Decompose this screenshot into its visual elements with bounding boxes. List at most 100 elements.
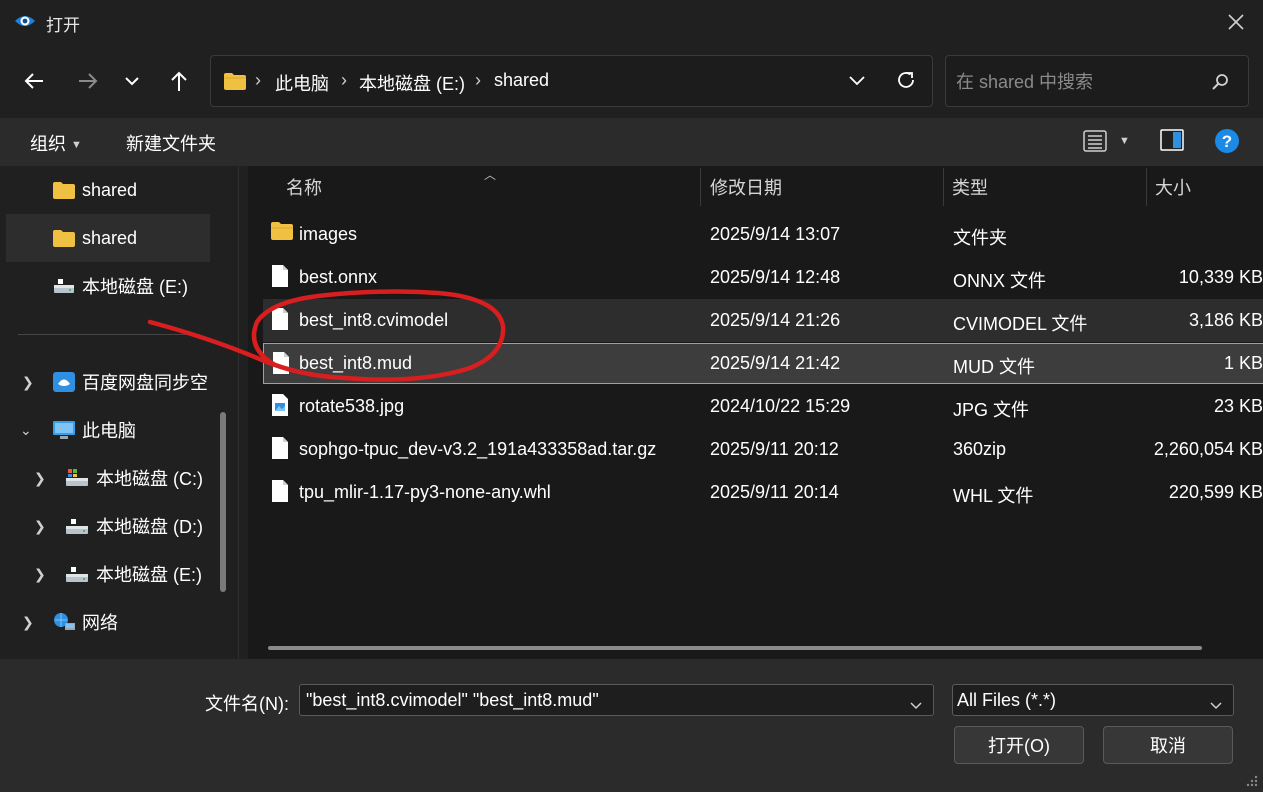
file-type: MUD 文件: [953, 357, 1035, 377]
breadcrumb-drive-e[interactable]: 本地磁盘 (E:): [359, 70, 465, 96]
breadcrumb-shared[interactable]: shared: [494, 70, 549, 91]
file-type: 360zip: [953, 439, 1007, 459]
sidebar-item-network[interactable]: ❯ 网络: [6, 598, 210, 646]
sidebar-item-label: 本地磁盘 (D:): [96, 517, 203, 537]
folder-icon: [52, 229, 76, 248]
sidebar-scrollbar[interactable]: [220, 412, 226, 592]
file-row-best-int8-cvimodel[interactable]: best_int8.cvimodel 2025/9/14 21:26 CVIMO…: [263, 299, 1263, 342]
navigation-bar: › 此电脑 › 本地磁盘 (E:) › shared: [0, 44, 1263, 118]
resize-grip-icon[interactable]: [1244, 773, 1260, 792]
sidebar-item-label: 本地磁盘 (E:): [82, 277, 188, 297]
breadcrumb-separator: ›: [341, 70, 347, 90]
drive-icon: [64, 468, 90, 488]
column-header-date[interactable]: 修改日期: [710, 166, 940, 208]
file-row-images[interactable]: images 2025/9/14 13:07 文件夹: [263, 213, 1263, 256]
column-divider[interactable]: [700, 168, 701, 206]
help-icon[interactable]: ?: [1214, 128, 1240, 159]
sidebar-item-label: shared: [82, 179, 138, 200]
filetype-value: All Files (*.*): [957, 690, 1057, 710]
chevron-down-icon[interactable]: [909, 695, 923, 716]
horizontal-scrollbar[interactable]: [268, 646, 1202, 650]
open-button[interactable]: 打开(O): [954, 726, 1084, 764]
file-date: 2025/9/11 20:14: [710, 482, 839, 502]
file-size: 2,260,054 KB: [1153, 439, 1263, 459]
folder-icon: [223, 72, 247, 96]
search-icon[interactable]: [1210, 72, 1230, 97]
breadcrumb-this-pc[interactable]: 此电脑: [275, 70, 329, 96]
sidebar-item-label: 此电脑: [82, 421, 136, 441]
file-list: ︿ 名称 修改日期 类型 大小 images 2025/9/14 13:07 文…: [248, 166, 1263, 659]
file-row-best-onnx[interactable]: best.onnx 2025/9/14 12:48 ONNX 文件 10,339…: [263, 256, 1263, 299]
filetype-select[interactable]: All Files (*.*): [952, 684, 1234, 716]
filename-input[interactable]: "best_int8.cvimodel" "best_int8.mud": [306, 690, 599, 711]
chevron-down-icon[interactable]: [114, 66, 150, 96]
file-size: 1 KB: [1223, 353, 1263, 373]
search-box[interactable]: [945, 55, 1249, 107]
file-row-best-int8-mud[interactable]: best_int8.mud 2025/9/14 21:42 MUD 文件 1 K…: [263, 343, 1263, 384]
sidebar-item-label: 网络: [82, 613, 118, 633]
view-options-caret-icon[interactable]: ▼: [1119, 135, 1130, 147]
sidebar-item-drive-e-tree[interactable]: ❯ 本地磁盘 (E:): [6, 550, 210, 598]
preview-pane-icon[interactable]: [1160, 129, 1184, 156]
file-name: rotate538.jpg: [299, 396, 405, 416]
file-row-sophgo-tarball[interactable]: sophgo-tpuc_dev-v3.2_191a433358ad.tar.gz…: [263, 428, 1263, 471]
new-folder-button[interactable]: 新建文件夹: [126, 130, 216, 156]
address-history-chevron-icon[interactable]: [847, 70, 867, 95]
sidebar-item-this-pc[interactable]: ⌄ 此电脑: [6, 406, 210, 454]
command-toolbar: 组织 ▼ 新建文件夹: [0, 118, 1263, 166]
filename-combobox[interactable]: "best_int8.cvimodel" "best_int8.mud": [299, 684, 934, 716]
drive-icon: [52, 277, 76, 295]
sidebar-item-shared[interactable]: shared: [6, 166, 210, 214]
sidebar-item-label: shared: [82, 227, 138, 248]
file-name: images: [299, 224, 358, 244]
chevron-right-icon[interactable]: ❯: [34, 566, 46, 583]
sidebar-item-baidu-netdisk[interactable]: ❯ 百度网盘同步空: [6, 358, 210, 406]
forward-arrow-icon[interactable]: [70, 66, 106, 96]
view-details-icon[interactable]: [1083, 130, 1107, 157]
up-arrow-icon[interactable]: [161, 66, 197, 96]
pane-splitter[interactable]: [238, 166, 248, 659]
file-date: 2025/9/14 21:42: [710, 353, 841, 373]
sidebar-item-drive-e[interactable]: 本地磁盘 (E:): [6, 262, 210, 310]
column-header-name[interactable]: 名称: [286, 166, 698, 208]
file-size: 220,599 KB: [1168, 482, 1263, 502]
folder-icon: [52, 181, 76, 200]
search-input[interactable]: [956, 69, 1206, 95]
column-header-size[interactable]: 大小: [1155, 166, 1255, 208]
file-type: 文件夹: [953, 228, 1007, 248]
back-arrow-icon[interactable]: [16, 66, 52, 96]
breadcrumb-separator: ›: [475, 70, 481, 90]
chevron-right-icon[interactable]: ❯: [34, 518, 46, 535]
sidebar-item-label: 本地磁盘 (E:): [96, 565, 202, 585]
sidebar-item-drive-d[interactable]: ❯ 本地磁盘 (D:): [6, 502, 210, 550]
computer-icon: [52, 419, 76, 441]
breadcrumb-separator: ›: [255, 70, 261, 90]
column-divider[interactable]: [943, 168, 944, 206]
file-row-rotate538-jpg[interactable]: rotate538.jpg 2024/10/22 15:29 JPG 文件 23…: [263, 385, 1263, 428]
svg-text:?: ?: [1222, 132, 1232, 151]
caret-down-icon: ▼: [71, 139, 82, 151]
chevron-down-icon[interactable]: [1209, 695, 1223, 716]
address-bar[interactable]: › 此电脑 › 本地磁盘 (E:) › shared: [210, 55, 933, 107]
cancel-button[interactable]: 取消: [1103, 726, 1233, 764]
file-size: 3,186 KB: [1188, 310, 1263, 330]
folder-icon: [270, 221, 294, 246]
file-name: tpu_mlir-1.17-py3-none-any.whl: [299, 482, 551, 502]
dialog-footer: 文件名(N): "best_int8.cvimodel" "best_int8.…: [0, 659, 1263, 792]
chevron-down-icon[interactable]: ⌄: [20, 422, 32, 439]
refresh-icon[interactable]: [895, 69, 917, 96]
chevron-right-icon[interactable]: ❯: [34, 470, 46, 487]
sidebar-item-drive-c[interactable]: ❯ 本地磁盘 (C:): [6, 454, 210, 502]
column-header-type[interactable]: 类型: [952, 166, 1142, 208]
file-type: WHL 文件: [953, 486, 1034, 506]
close-icon[interactable]: [1222, 8, 1250, 36]
sidebar-item-shared-selected[interactable]: shared: [6, 214, 210, 262]
chevron-right-icon[interactable]: ❯: [22, 614, 34, 631]
chevron-right-icon[interactable]: ❯: [22, 374, 34, 391]
organize-button[interactable]: 组织 ▼: [30, 130, 82, 156]
file-row-tpu-mlir-whl[interactable]: tpu_mlir-1.17-py3-none-any.whl 2025/9/11…: [263, 471, 1263, 514]
sidebar-item-label: 百度网盘同步空: [82, 373, 208, 393]
navigation-pane: shared shared 本地磁盘 (E:) ❯ 百度网盘同步空 ⌄ 此电脑 …: [0, 166, 238, 659]
file-date: 2025/9/14 13:07: [710, 224, 841, 244]
column-divider[interactable]: [1146, 168, 1147, 206]
